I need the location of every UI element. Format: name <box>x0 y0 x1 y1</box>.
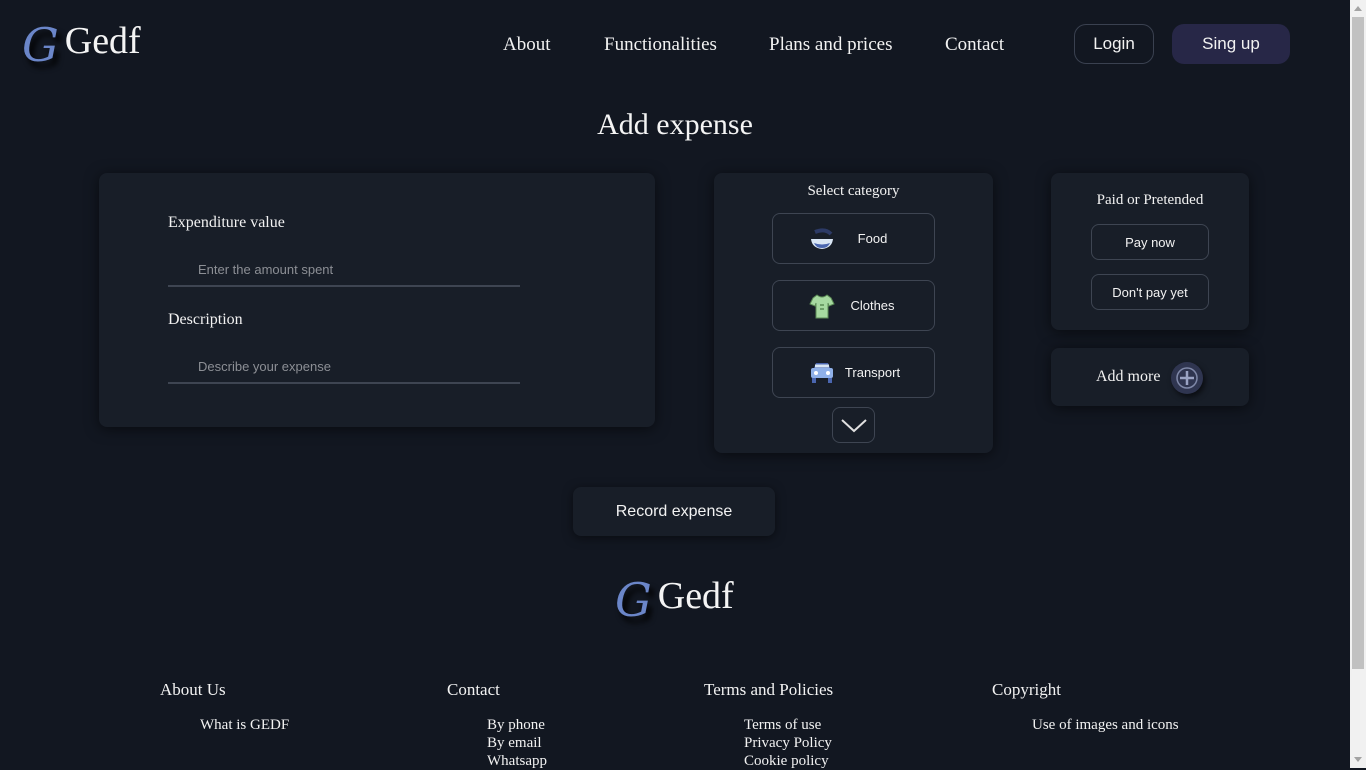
category-food-button[interactable]: Food <box>772 213 935 264</box>
logo-wordmark: Gedf <box>64 20 141 62</box>
category-title: Select category <box>807 183 900 199</box>
payment-status-title: Paid or Pretended <box>1096 192 1204 208</box>
plus-icon <box>1176 367 1198 389</box>
category-clothes-label: Clothes <box>850 298 895 313</box>
description-label: Description <box>168 311 243 328</box>
page-scrollbar[interactable] <box>1350 0 1366 768</box>
expenditure-value-label: Expenditure value <box>168 214 285 231</box>
description-input[interactable] <box>168 350 520 384</box>
category-clothes-button[interactable]: Clothes <box>772 280 935 331</box>
scrollbar-thumb[interactable] <box>1352 17 1364 669</box>
footer-about-title: About Us <box>160 680 226 699</box>
chevron-down-icon <box>840 419 867 433</box>
scroll-down-arrow-icon[interactable] <box>1350 751 1366 768</box>
footer-contact-column: Contact By phone By email Whatsapp <box>447 680 547 770</box>
expenditure-value-input[interactable] <box>168 253 520 287</box>
scroll-up-arrow-icon[interactable] <box>1350 0 1366 17</box>
login-button[interactable]: Login <box>1074 24 1154 64</box>
car-icon <box>811 362 833 383</box>
footer-terms-column: Terms and Policies Terms of use Privacy … <box>704 680 833 770</box>
footer-terms-title: Terms and Policies <box>704 680 834 699</box>
category-transport-label: Transport <box>844 365 901 380</box>
add-more-card[interactable]: Add more <box>1051 348 1249 406</box>
nav-functionalities[interactable]: Functionalities <box>604 34 717 56</box>
signup-button[interactable]: Sing up <box>1172 24 1290 64</box>
header-logo[interactable]: G Gedf <box>22 22 141 68</box>
nav-about[interactable]: About <box>503 34 551 56</box>
footer-copyright-title: Copyright <box>992 680 1061 699</box>
nav-contact[interactable]: Contact <box>945 34 1004 56</box>
footer-link-whatsapp[interactable]: Whatsapp <box>487 752 547 770</box>
footer-logo-wordmark: Gedf <box>657 575 734 617</box>
footer-link-by-phone[interactable]: By phone <box>487 716 547 734</box>
footer-link-cookie-policy[interactable]: Cookie policy <box>744 752 833 770</box>
footer-about-column: About Us What is GEDF <box>160 680 289 734</box>
add-more-label: Add more <box>1096 368 1161 385</box>
category-transport-button[interactable]: Transport <box>772 347 935 398</box>
footer-logo: G Gedf <box>615 577 734 623</box>
pay-now-button[interactable]: Pay now <box>1091 224 1209 260</box>
footer-link-what-is-gedf[interactable]: What is GEDF <box>200 716 289 734</box>
category-food-label: Food <box>857 231 888 246</box>
page-title: Add expense <box>597 108 753 141</box>
footer-contact-title: Contact <box>447 680 500 699</box>
shirt-icon <box>809 293 835 318</box>
nav-plans-and-prices[interactable]: Plans and prices <box>769 34 892 56</box>
record-expense-button[interactable]: Record expense <box>573 487 775 536</box>
footer-link-privacy-policy[interactable]: Privacy Policy <box>744 734 833 752</box>
more-categories-button[interactable] <box>832 407 875 443</box>
logo-mark: G <box>22 18 59 72</box>
food-bowl-icon <box>811 227 833 249</box>
dont-pay-yet-button[interactable]: Don't pay yet <box>1091 274 1209 310</box>
footer-link-images-and-icons[interactable]: Use of images and icons <box>1032 716 1179 734</box>
expense-form-card: Expenditure value Description <box>99 173 655 427</box>
footer-copyright-column: Copyright Use of images and icons <box>992 680 1179 734</box>
payment-status-card: Paid or Pretended Pay now Don't pay yet <box>1051 173 1249 330</box>
footer-logo-mark: G <box>615 573 652 627</box>
footer-link-by-email[interactable]: By email <box>487 734 547 752</box>
footer-link-terms-of-use[interactable]: Terms of use <box>744 716 833 734</box>
category-card: Select category Food Clothes Transport <box>714 173 993 453</box>
plus-circle-icon[interactable] <box>1171 362 1203 394</box>
